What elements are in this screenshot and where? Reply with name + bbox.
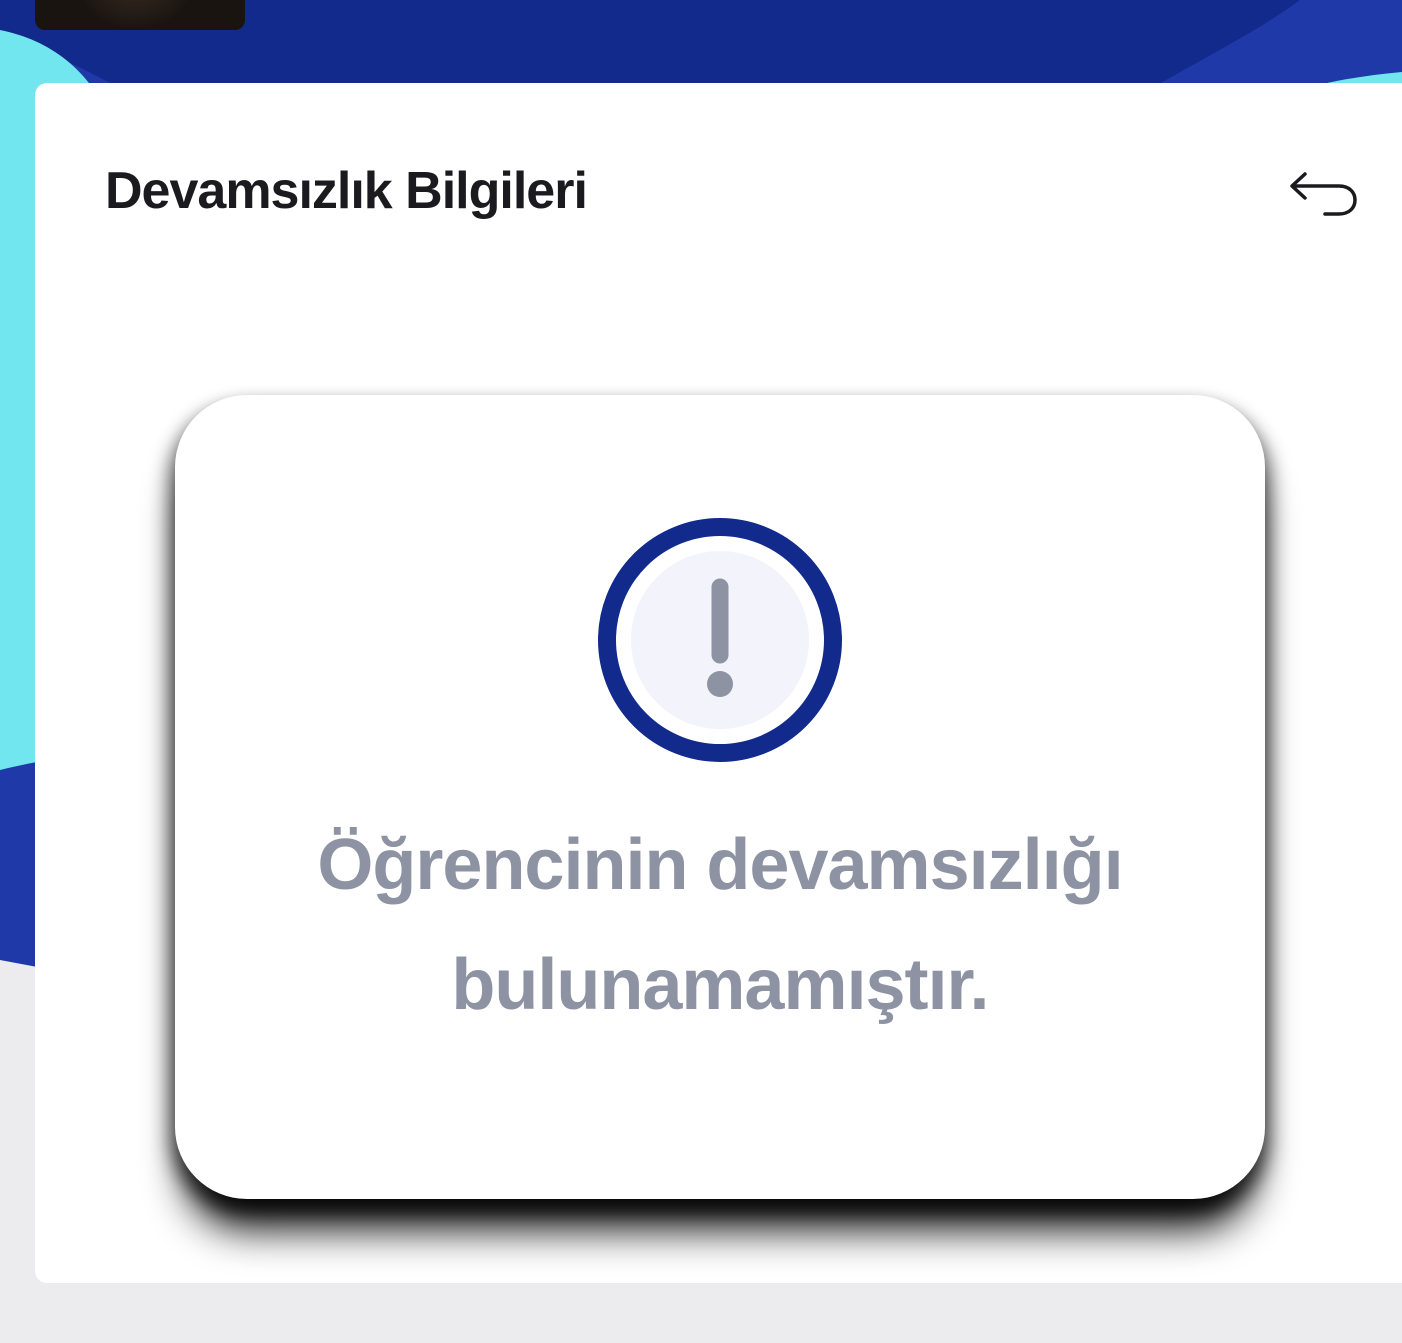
avatar — [35, 0, 245, 30]
empty-state-message: Öğrencinin devamsızlığı bulunamamıştır. — [317, 825, 1123, 1025]
page-title: Devamsızlık Bilgileri — [105, 162, 588, 220]
back-arrow-icon — [1290, 172, 1357, 216]
attendance-card: Devamsızlık Bilgileri Öğrencinin devamsı… — [35, 83, 1402, 1283]
empty-state-panel: Öğrencinin devamsızlığı bulunamamıştır. — [175, 395, 1265, 1199]
page: Devamsızlık Bilgileri Öğrencinin devamsı… — [0, 0, 1402, 1343]
exclamation-circle-icon — [598, 518, 842, 762]
back-button[interactable] — [1275, 163, 1365, 233]
